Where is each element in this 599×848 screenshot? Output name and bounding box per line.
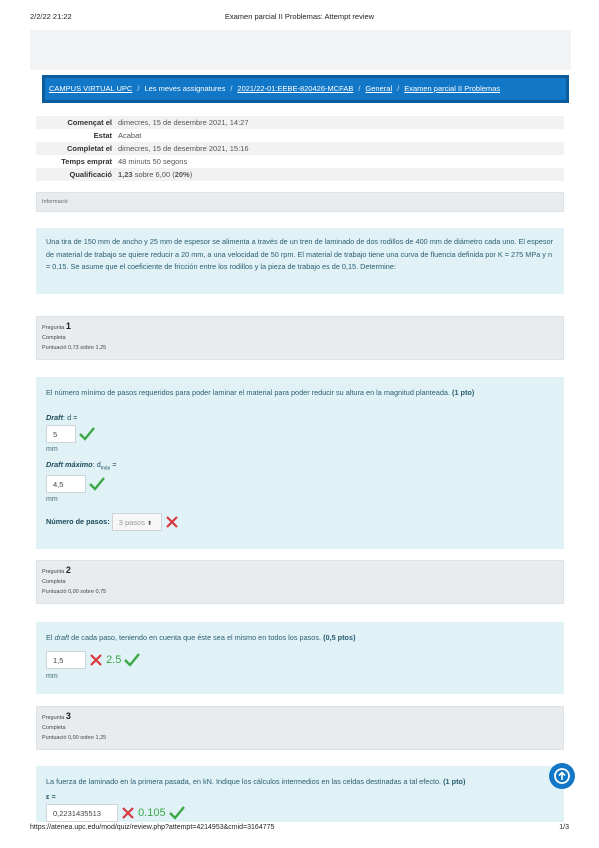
draft-eq: : d = [63, 412, 78, 422]
question-number: 3 [65, 711, 71, 721]
question-2-content: El draft de cada paso, teniendo en cuent… [36, 622, 564, 694]
draft-per-step-unit: mm [46, 672, 58, 680]
grade-score: 1,23 [118, 170, 133, 179]
summary-key: Estat [93, 131, 112, 140]
question-1-text: El número mínimo de pasos requeridos par… [46, 388, 453, 397]
breadcrumb-separator: / [137, 84, 140, 93]
attempt-summary-table: Començat el dimecres, 15 de desembre 202… [36, 116, 564, 181]
draft-label-row: Draft: d = [46, 412, 554, 425]
correct-check-icon [79, 427, 95, 441]
arrow-up-circle-icon [554, 768, 570, 784]
epsilon-field[interactable]: 0,2231435513 [46, 804, 118, 822]
question-2-text-em: draft [54, 633, 70, 642]
summary-value: dimecres, 15 de desembre 2021, 14:27 [118, 118, 249, 127]
summary-row-state: Estat Acabat [36, 129, 564, 142]
question-2-text-post: de cada paso, teniendo en cuenta que ést… [69, 633, 324, 642]
draft-label: Draft [46, 412, 64, 422]
question-2-prompt: El draft de cada paso, teniendo en cuent… [46, 632, 554, 645]
summary-key: Començat el [67, 118, 112, 127]
question-number: 2 [65, 565, 71, 575]
question-2-points: (0,5 ptos) [323, 633, 356, 642]
question-1-content: El número mínimo de pasos requeridos par… [36, 377, 564, 549]
question-score: Puntuació 0,00 sobre 0,75 [42, 589, 107, 595]
correct-check-icon [168, 806, 185, 820]
steps-select-value: 3 pasos [118, 517, 145, 527]
summary-row-time: Temps emprat 48 minuts 50 segons [36, 155, 564, 168]
correct-answer: 0.105 [138, 806, 166, 819]
question-state: Completa [42, 725, 66, 731]
question-2-info: Pregunta 2 Completa Puntuació 0,00 sobre… [36, 560, 564, 604]
breadcrumb: CAMPUS VIRTUAL UPC / Les meves assignature… [42, 75, 569, 103]
correct-check-icon [124, 652, 141, 667]
question-number: 1 [65, 321, 71, 331]
breadcrumb-quiz-link[interactable]: Examen parcial II Problemas [404, 84, 500, 93]
question-3-points: (1 pto) [443, 777, 466, 786]
question-label: Pregunta [42, 715, 65, 721]
incorrect-cross-icon [122, 807, 134, 819]
print-page-number: 1/3 [559, 824, 569, 831]
summary-row-grade: Qualificació 1,23 sobre 6,00 (20%) [36, 168, 564, 181]
question-state: Completa [42, 579, 66, 585]
question-1-info: Pregunta 1 Completa Puntuació 0,73 sobre… [36, 316, 564, 360]
breadcrumb-separator: / [397, 84, 400, 93]
draft-max-label: Draft máximo [46, 459, 93, 469]
correct-answer: 2.5 [106, 653, 122, 666]
summary-key: Temps emprat [61, 157, 112, 166]
page-header-band [30, 30, 571, 70]
steps-select[interactable]: 3 pasos ⬍ [111, 512, 162, 531]
print-url: https://atenea.upc.edu/mod/quiz/review.p… [30, 824, 275, 831]
scroll-to-top-button[interactable] [549, 763, 575, 789]
question-1-points: (1 pto) [452, 388, 475, 397]
question-2-text-pre: El [46, 633, 55, 642]
question-score: Puntuació 0,00 sobre 1,25 [42, 735, 107, 741]
info-label: Informació [36, 192, 564, 212]
draft-max-d: : d [92, 459, 101, 469]
question-score: Puntuació 0,73 sobre 1,25 [42, 345, 107, 351]
breadcrumb-separator: / [230, 84, 233, 93]
grade-total: sobre 6,00 ( [132, 170, 175, 179]
question-3-text: La fuerza de laminado en la primera pasa… [46, 777, 444, 786]
question-1-prompt: El número mínimo de pasos requeridos par… [46, 387, 554, 400]
correct-check-icon [89, 477, 105, 492]
summary-value: 48 minuts 50 segons [118, 157, 188, 166]
breadcrumb-general-link[interactable]: General [365, 84, 392, 93]
question-state: Completa [42, 335, 66, 341]
summary-row-started: Començat el dimecres, 15 de desembre 202… [36, 116, 564, 129]
select-arrows-icon: ⬍ [147, 520, 153, 527]
question-label: Pregunta [42, 325, 65, 331]
problem-statement: Una tira de 150 mm de ancho y 25 mm de e… [36, 228, 564, 294]
question-3-content: La fuerza de laminado en la primera pasa… [36, 766, 564, 822]
draft-max-eq: = [110, 459, 117, 469]
summary-key: Completat el [66, 144, 112, 153]
print-title: Examen parcial II Problemas: Attempt rev… [224, 12, 375, 21]
question-3-info: Pregunta 3 Completa Puntuació 0,00 sobre… [36, 706, 564, 750]
grade-close: ) [189, 170, 193, 179]
epsilon-label: ε = [46, 791, 56, 801]
summary-row-completed: Completat el dimecres, 15 de desembre 20… [36, 142, 564, 155]
breadcrumb-campus-link[interactable]: CAMPUS VIRTUAL UPC [49, 84, 132, 93]
draft-per-step-field[interactable]: 1,5 [46, 650, 86, 669]
summary-key: Qualificació [69, 170, 112, 179]
breadcrumb-my-courses-link[interactable]: Les meves assignatures [144, 84, 225, 93]
breadcrumb-course-link[interactable]: 2021/22-01:EEBE-820426-MCFAB [237, 84, 353, 93]
summary-value: dimecres, 15 de desembre 2021, 15:16 [118, 144, 249, 153]
draft-max-field[interactable]: 4,5 [46, 475, 86, 494]
steps-label: Número de pasos: [46, 516, 110, 526]
incorrect-cross-icon [90, 653, 102, 666]
draft-field[interactable]: 5 [46, 425, 76, 443]
question-label: Pregunta [42, 569, 65, 575]
question-3-prompt: La fuerza de laminado en la primera pasa… [46, 776, 554, 789]
draft-max-label-row: Draft máximo: dmáx = [46, 459, 554, 475]
summary-value: 1,23 sobre 6,00 (20%) [116, 168, 564, 181]
grade-percent: 20% [174, 170, 190, 179]
problem-text: Una tira de 150 mm de ancho y 25 mm de e… [46, 237, 554, 271]
draft-unit: mm [46, 446, 58, 453]
breadcrumb-separator: / [358, 84, 361, 93]
draft-max-unit: mm [46, 496, 58, 504]
incorrect-cross-icon [165, 516, 178, 528]
summary-value: Acabat [118, 131, 142, 140]
draft-max-sub: máx [100, 464, 111, 471]
